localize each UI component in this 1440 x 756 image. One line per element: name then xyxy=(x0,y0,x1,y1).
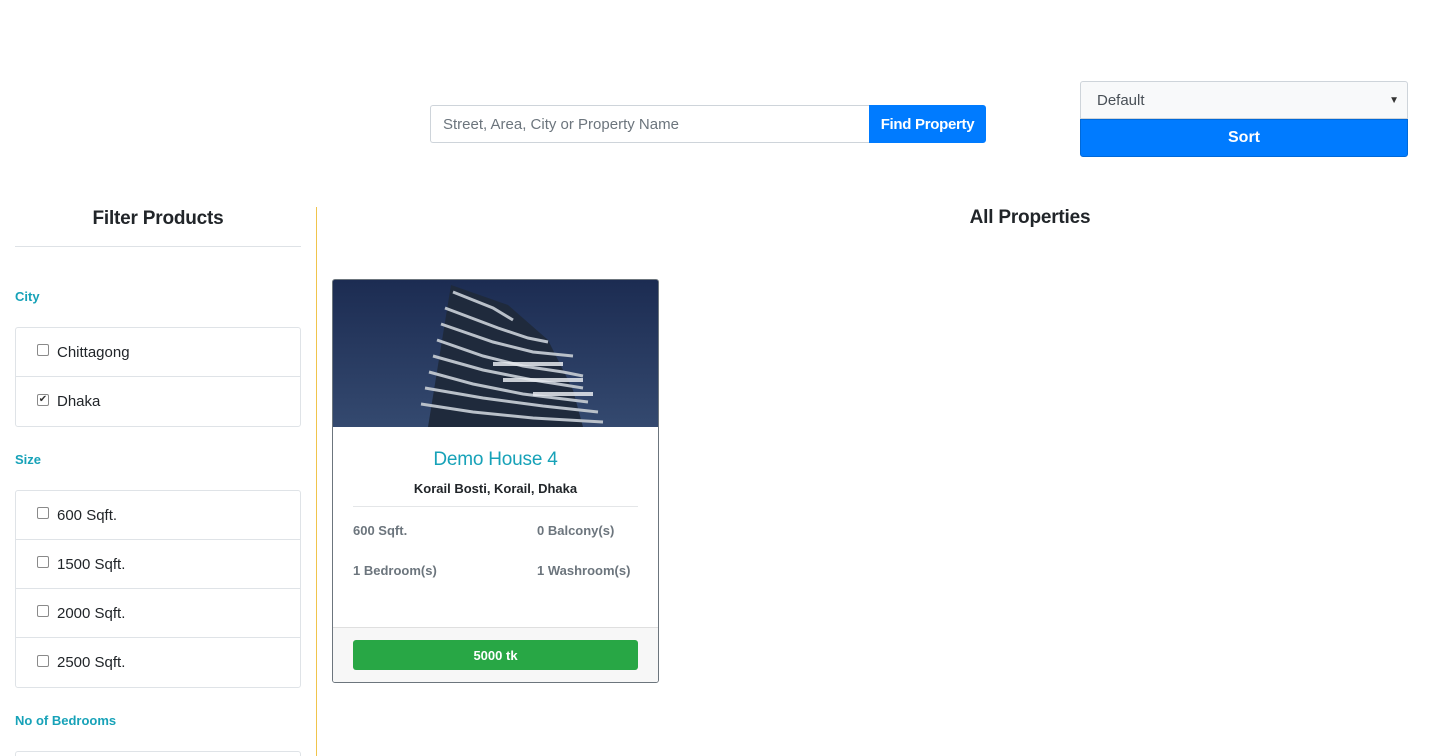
size-option-600[interactable]: 600 Sqft. xyxy=(16,491,300,540)
size-option-1500[interactable]: 1500 Sqft. xyxy=(16,540,300,589)
size-option-label: 2500 Sqft. xyxy=(57,654,126,671)
filter-title: Filter Products xyxy=(15,207,301,247)
sort-controls: Default ▼ Sort xyxy=(1080,81,1408,157)
caret-down-icon: ▼ xyxy=(1389,95,1399,106)
city-option-chittagong[interactable]: Chittagong xyxy=(16,328,300,377)
property-specs: 600 Sqft. 0 Balcony(s) 1 Bedroom(s) 1 Wa… xyxy=(353,507,638,587)
price-button[interactable]: 5000 tk xyxy=(353,640,638,670)
main-header: All Properties xyxy=(331,207,1440,229)
building-image xyxy=(333,280,658,427)
city-filter-list: Chittagong ✔ Dhaka xyxy=(15,327,301,427)
property-card[interactable]: Demo House 4 Korail Bosti, Korail, Dhaka… xyxy=(332,279,659,683)
checkbox[interactable] xyxy=(37,605,49,617)
sort-selected-value: Default xyxy=(1097,91,1145,109)
card-body: Demo House 4 Korail Bosti, Korail, Dhaka… xyxy=(333,449,658,587)
bedrooms-filter-heading: No of Bedrooms xyxy=(15,713,117,728)
sort-select[interactable]: Default ▼ xyxy=(1080,81,1408,119)
checkbox[interactable] xyxy=(37,556,49,568)
city-option-dhaka[interactable]: ✔ Dhaka xyxy=(16,377,300,426)
city-option-label: Chittagong xyxy=(57,343,130,361)
size-option-label: 2000 Sqft. xyxy=(57,604,126,622)
property-washrooms: 1 Washroom(s) xyxy=(537,563,631,578)
checkbox-checked[interactable]: ✔ xyxy=(37,393,49,406)
property-balcony: 0 Balcony(s) xyxy=(537,523,615,538)
city-option-label: Dhaka xyxy=(57,393,101,410)
city-filter-heading: City xyxy=(15,289,40,304)
property-address: Korail Bosti, Korail, Dhaka xyxy=(353,481,638,507)
filter-sidebar: Filter Products City Chittagong ✔ Dhaka … xyxy=(15,207,301,756)
property-title[interactable]: Demo House 4 xyxy=(353,449,638,473)
checkbox[interactable] xyxy=(37,344,49,356)
size-option-label: 600 Sqft. xyxy=(57,506,118,524)
size-filter-list: 600 Sqft. 1500 Sqft. 2000 Sqft. 2500 Sqf… xyxy=(15,490,301,688)
page-title: All Properties xyxy=(969,207,1091,228)
sort-button[interactable]: Sort xyxy=(1080,119,1408,157)
find-property-button[interactable]: Find Property xyxy=(869,105,986,143)
search-bar: Find Property xyxy=(430,105,986,143)
card-footer: 5000 tk xyxy=(333,627,658,682)
size-option-label: 1500 Sqft. xyxy=(57,555,126,573)
size-filter-heading: Size xyxy=(15,452,42,467)
property-size: 600 Sqft. xyxy=(353,523,408,538)
search-input[interactable] xyxy=(430,105,869,143)
property-image xyxy=(333,280,658,427)
bedrooms-filter-list xyxy=(15,751,301,756)
size-option-2000[interactable]: 2000 Sqft. xyxy=(16,589,300,638)
sidebar-divider xyxy=(316,207,317,756)
checkbox[interactable] xyxy=(37,654,49,667)
checkbox[interactable] xyxy=(37,507,49,519)
property-bedrooms: 1 Bedroom(s) xyxy=(353,563,437,578)
size-option-2500[interactable]: 2500 Sqft. xyxy=(16,638,300,687)
